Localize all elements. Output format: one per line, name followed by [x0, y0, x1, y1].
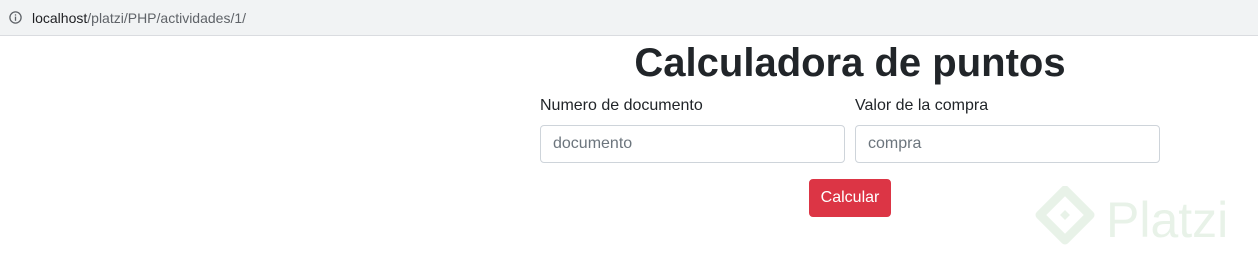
document-number-input[interactable]: [540, 125, 845, 163]
document-number-label: Numero de documento: [540, 97, 703, 114]
calculate-button[interactable]: Calcular: [809, 179, 891, 217]
purchase-value-label: Valor de la compra: [855, 97, 989, 114]
url-path: /platzi/PHP/actividades/1/: [87, 10, 247, 26]
url-text[interactable]: localhost/platzi/PHP/actividades/1/: [32, 10, 246, 27]
url-host: localhost: [32, 10, 88, 26]
platzi-logo-icon: [1035, 186, 1095, 245]
purchase-value-input[interactable]: [855, 125, 1160, 163]
watermark-text: Platzi: [1106, 192, 1229, 248]
page-title: Calculadora de puntos: [634, 41, 1066, 85]
platzi-watermark: Platzi: [1034, 183, 1258, 258]
info-icon[interactable]: [9, 11, 22, 24]
browser-address-bar[interactable]: localhost/platzi/PHP/actividades/1/: [0, 0, 1258, 36]
